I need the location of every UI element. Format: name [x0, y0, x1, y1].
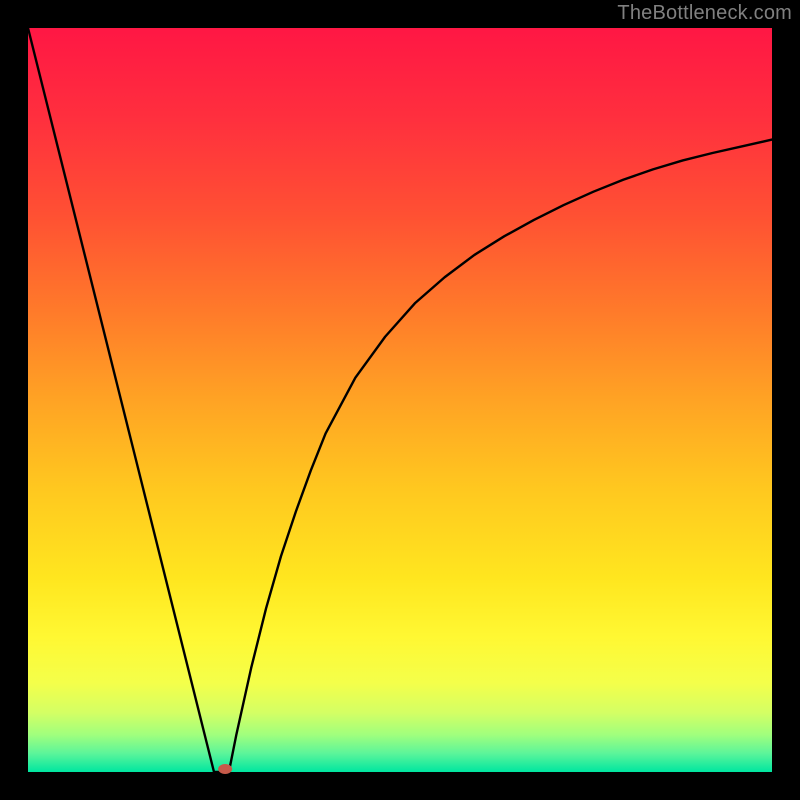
attribution-text: TheBottleneck.com: [617, 2, 792, 25]
chart-container: TheBottleneck.com: [0, 0, 800, 800]
chart-svg: [0, 0, 800, 800]
optimal-point-marker: [218, 764, 232, 774]
plot-background: [28, 28, 772, 772]
